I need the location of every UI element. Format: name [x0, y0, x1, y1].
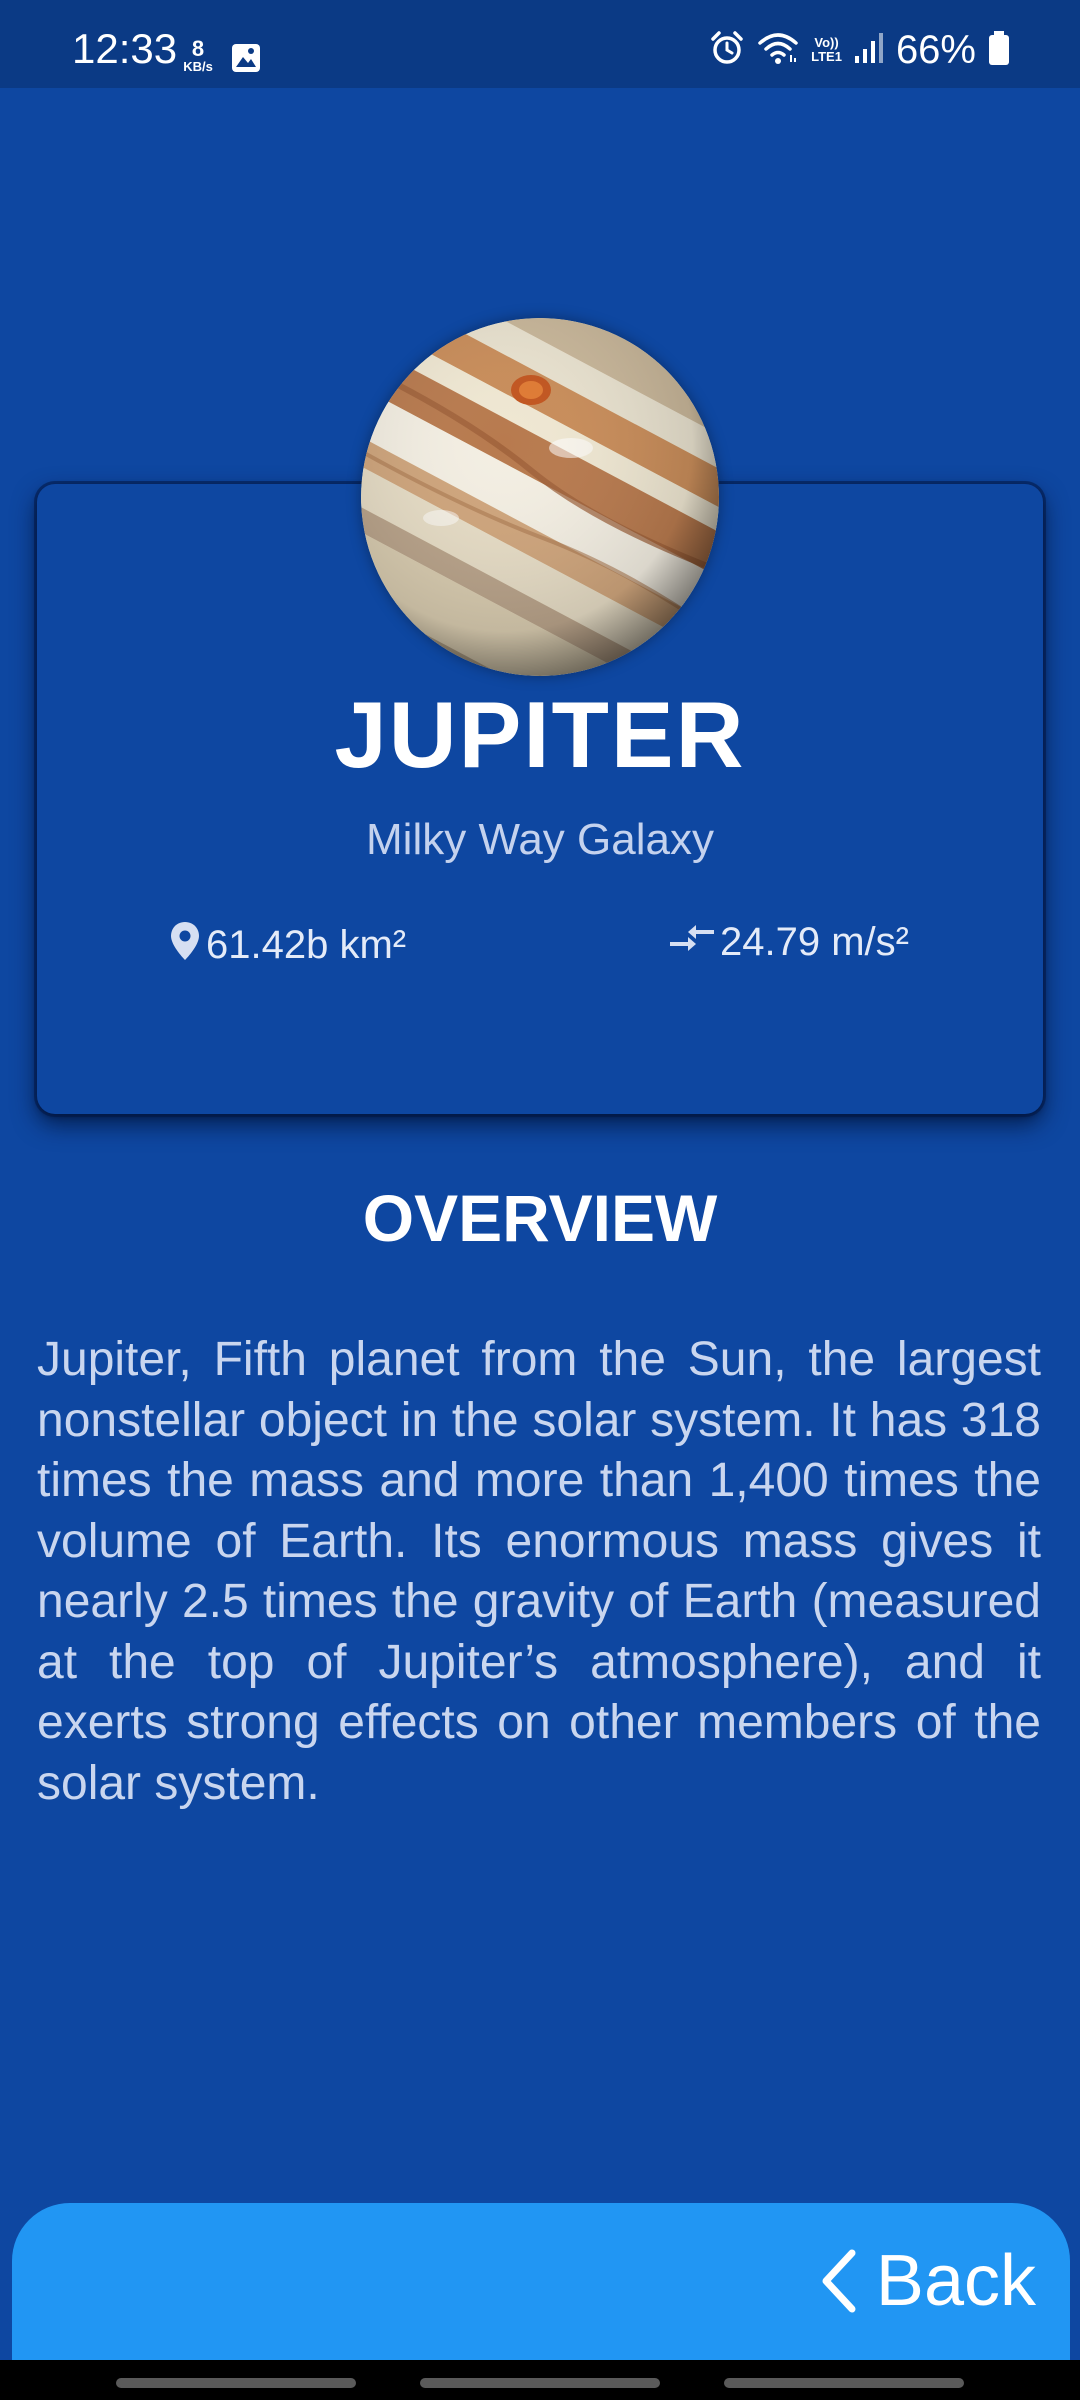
battery-icon [988, 30, 1010, 71]
system-navigation-bar [0, 2360, 1080, 2400]
planet-gravity-value: 24.79 m/s² [720, 919, 909, 964]
planet-area-stat: 61.42b km² [168, 920, 406, 969]
lte-label: LTE1 [811, 49, 842, 64]
nav-home-button[interactable] [420, 2378, 660, 2388]
nav-back-button[interactable] [724, 2378, 964, 2388]
planet-name: JUPITER [334, 682, 746, 787]
planet-detail-screen: 12:33 8 KB/s Vo)) LTE1 66% JUPITER Milky… [0, 0, 1080, 2400]
nav-recents-button[interactable] [116, 2378, 356, 2388]
network-speed-unit: KB/s [183, 59, 213, 74]
planet-galaxy: Milky Way Galaxy [366, 815, 714, 864]
network-speed-value: 8 [191, 36, 205, 61]
back-button-label: Back [875, 2241, 1036, 2321]
status-bar: 12:33 8 KB/s Vo)) LTE1 66% [0, 0, 1080, 88]
jupiter-planet-image [361, 318, 719, 676]
overview-text: Jupiter, Fifth planet from the Sun, the … [37, 1333, 1041, 1810]
status-time: 12:33 [72, 25, 178, 72]
back-button[interactable]: Back [818, 2245, 1036, 2317]
compare-arrows-icon [668, 920, 720, 963]
alarm-icon [709, 30, 745, 71]
chevron-left-icon [822, 2249, 856, 2313]
signal-icon [854, 32, 884, 69]
planet-gravity-stat: 24.79 m/s² [668, 920, 909, 963]
volte-indicator: Vo)) LTE1 [811, 36, 842, 63]
location-pin-icon [168, 920, 206, 969]
gallery-icon [230, 42, 262, 74]
wifi-icon [757, 31, 799, 70]
overview-title: OVERVIEW [362, 1181, 718, 1255]
planet-area-value: 61.42b km² [206, 922, 407, 967]
network-speed: 8 KB/s [178, 36, 218, 74]
battery-percent: 66% [895, 28, 976, 72]
status-icons: Vo)) LTE1 66% [709, 30, 1010, 70]
